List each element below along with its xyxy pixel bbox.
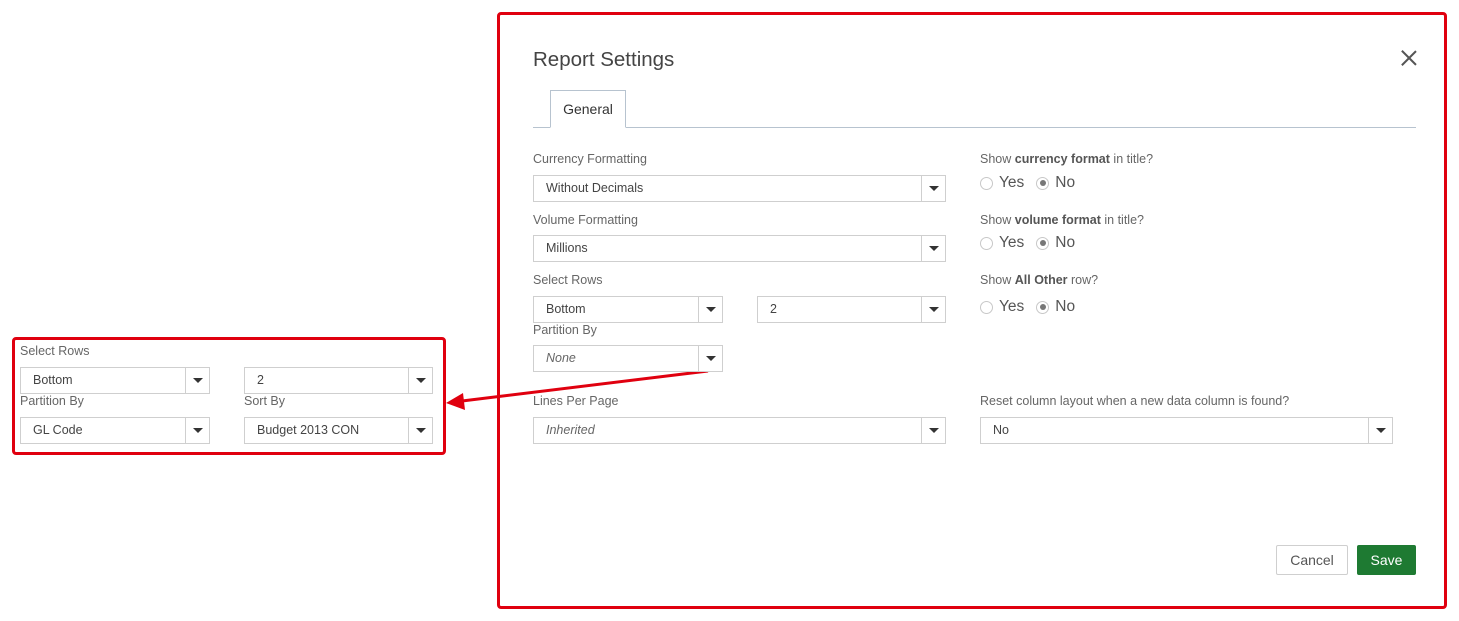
save-button[interactable]: Save <box>1357 545 1416 575</box>
callout-select-rows-mode-value: Bottom <box>33 373 73 387</box>
show-currency-label: Show currency format in title? <box>980 152 1154 166</box>
lines-per-page-select[interactable]: Inherited <box>533 417 946 444</box>
volume-formatting-label: Volume Formatting <box>533 213 638 227</box>
select-rows-count-select[interactable]: 2 <box>757 296 946 323</box>
show-all-other-radio-group: Yes No <box>980 297 1087 317</box>
show-currency-no-option[interactable]: No <box>1036 174 1075 192</box>
callout-sort-by-select[interactable]: Budget 2013 CON <box>244 417 433 444</box>
cancel-button[interactable]: Cancel <box>1276 545 1348 575</box>
radio-icon[interactable] <box>980 236 993 250</box>
show-all-other-label: Show All Other row? <box>980 273 1099 287</box>
currency-formatting-label: Currency Formatting <box>533 152 647 166</box>
reset-column-layout-value: No <box>993 423 1009 437</box>
callout-select-rows-count-select[interactable]: 2 <box>244 367 433 394</box>
select-rows-mode-value: Bottom <box>546 302 586 316</box>
show-volume-yes-option[interactable]: Yes <box>980 234 1024 252</box>
show-all-other-no-option[interactable]: No <box>1036 298 1075 316</box>
callout-sort-by-value: Budget 2013 CON <box>257 423 360 437</box>
chevron-down-icon <box>408 368 432 393</box>
radio-selected-icon[interactable] <box>1036 176 1050 190</box>
radio-selected-icon[interactable] <box>1036 300 1050 314</box>
callout-select-rows-mode-select[interactable]: Bottom <box>20 367 210 394</box>
partition-by-label: Partition By <box>533 323 597 337</box>
show-volume-label: Show volume format in title? <box>980 213 1144 227</box>
show-currency-yes-option[interactable]: Yes <box>980 174 1024 192</box>
tab-divider <box>533 127 550 128</box>
volume-formatting-select[interactable]: Millions <box>533 235 946 262</box>
currency-formatting-value: Without Decimals <box>546 181 644 195</box>
callout-partition-by-value: GL Code <box>33 423 83 437</box>
radio-icon[interactable] <box>980 300 993 314</box>
show-currency-radio-group: Yes No <box>980 173 1087 193</box>
chevron-down-icon <box>921 297 945 322</box>
chevron-down-icon <box>1368 418 1392 443</box>
radio-icon[interactable] <box>980 176 993 190</box>
callout-select-rows-label: Select Rows <box>20 344 90 358</box>
callout-select-rows-count-value: 2 <box>257 373 264 387</box>
partition-by-value: None <box>546 351 576 365</box>
select-rows-mode-select[interactable]: Bottom <box>533 296 723 323</box>
partition-by-select[interactable]: None <box>533 345 723 372</box>
callout-sort-by-label: Sort By <box>244 394 285 408</box>
chevron-down-icon <box>185 418 209 443</box>
reset-column-layout-select[interactable]: No <box>980 417 1393 444</box>
chevron-down-icon <box>698 297 722 322</box>
show-all-other-yes-option[interactable]: Yes <box>980 298 1024 316</box>
reset-column-layout-label: Reset column layout when a new data colu… <box>980 394 1290 408</box>
radio-selected-icon[interactable] <box>1036 236 1050 250</box>
chevron-down-icon <box>921 176 945 201</box>
show-volume-radio-group: Yes No <box>980 233 1087 253</box>
chevron-down-icon <box>921 236 945 261</box>
volume-formatting-value: Millions <box>546 241 588 255</box>
chevron-down-icon <box>921 418 945 443</box>
chevron-down-icon <box>185 368 209 393</box>
tab-general[interactable]: General <box>550 90 626 128</box>
show-volume-no-option[interactable]: No <box>1036 234 1075 252</box>
chevron-down-icon <box>408 418 432 443</box>
dialog-title: Report Settings <box>533 48 675 71</box>
callout-arrow <box>446 369 709 410</box>
lines-per-page-label: Lines Per Page <box>533 394 619 408</box>
close-icon[interactable] <box>1400 49 1418 67</box>
select-rows-count-value: 2 <box>770 302 777 316</box>
callout-partition-by-label: Partition By <box>20 394 84 408</box>
select-rows-label: Select Rows <box>533 273 603 287</box>
chevron-down-icon <box>698 346 722 371</box>
currency-formatting-select[interactable]: Without Decimals <box>533 175 946 202</box>
callout-partition-by-select[interactable]: GL Code <box>20 417 210 444</box>
lines-per-page-value: Inherited <box>546 423 595 437</box>
tab-divider <box>626 127 1416 128</box>
